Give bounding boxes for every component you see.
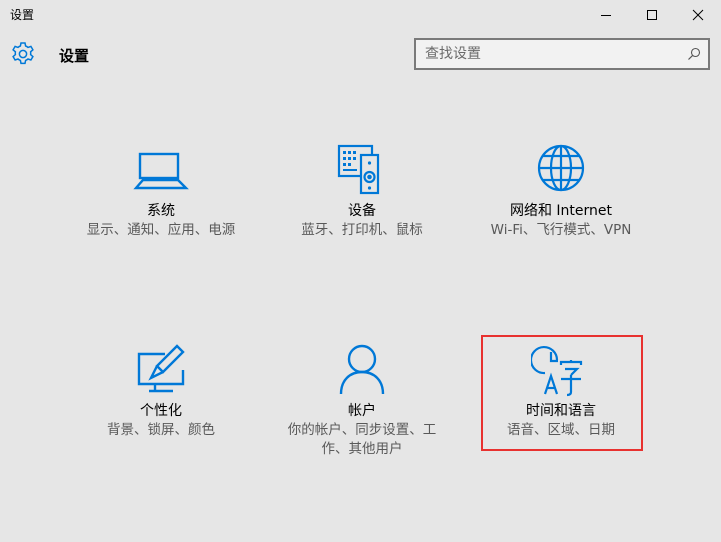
gear-icon: [12, 42, 34, 65]
tile-devices-desc: 蓝牙、打印机、鼠标: [301, 222, 423, 238]
tile-devices-name: 设备: [348, 203, 376, 219]
globe-icon: [537, 144, 585, 192]
tile-personalization[interactable]: 个性化 背景、锁屏、颜色: [76, 342, 246, 440]
minimize-icon: [601, 15, 611, 16]
close-button[interactable]: [675, 0, 721, 30]
tile-network[interactable]: 网络和 Internet Wi-Fi、飞行模式、VPN: [476, 142, 646, 240]
tile-personalization-desc: 背景、锁屏、颜色: [107, 422, 215, 438]
tile-devices[interactable]: 设备 蓝牙、打印机、鼠标: [277, 142, 447, 240]
close-icon: [692, 9, 704, 21]
window-title: 设置: [10, 8, 35, 22]
tile-personalization-name: 个性化: [140, 403, 182, 419]
tile-accounts-name: 帐户: [348, 403, 376, 419]
tile-system-desc: 显示、通知、应用、电源: [86, 222, 236, 238]
tile-time-language-name: 时间和语言: [526, 403, 596, 419]
tile-system[interactable]: 系统 显示、通知、应用、电源: [76, 142, 246, 240]
minimize-button[interactable]: [583, 0, 629, 30]
settings-window: 设置 设置 系统 显示、通知、应用: [0, 0, 721, 542]
time-language-icon: [531, 345, 583, 397]
tile-network-desc: Wi-Fi、飞行模式、VPN: [490, 222, 632, 238]
laptop-icon: [133, 152, 189, 190]
tile-time-language-desc: 语音、区域、日期: [507, 422, 615, 438]
account-icon: [339, 344, 385, 395]
tile-system-name: 系统: [147, 203, 175, 219]
tile-accounts[interactable]: 帐户 你的帐户、同步设置、工作、其他用户: [277, 342, 447, 459]
maximize-button[interactable]: [629, 0, 675, 30]
tile-time-language[interactable]: 时间和语言 语音、区域、日期: [476, 342, 646, 440]
search-icon[interactable]: [687, 47, 701, 61]
tile-network-name: 网络和 Internet: [509, 203, 613, 219]
search-box[interactable]: [414, 38, 710, 70]
devices-icon: [337, 144, 380, 195]
personalization-icon: [137, 344, 185, 393]
maximize-icon: [647, 10, 657, 20]
search-input[interactable]: [416, 40, 676, 68]
page-title: 设置: [59, 47, 90, 65]
title-bar: 设置: [0, 0, 721, 30]
tile-accounts-desc: 你的帐户、同步设置、工作、其他用户: [287, 422, 437, 457]
